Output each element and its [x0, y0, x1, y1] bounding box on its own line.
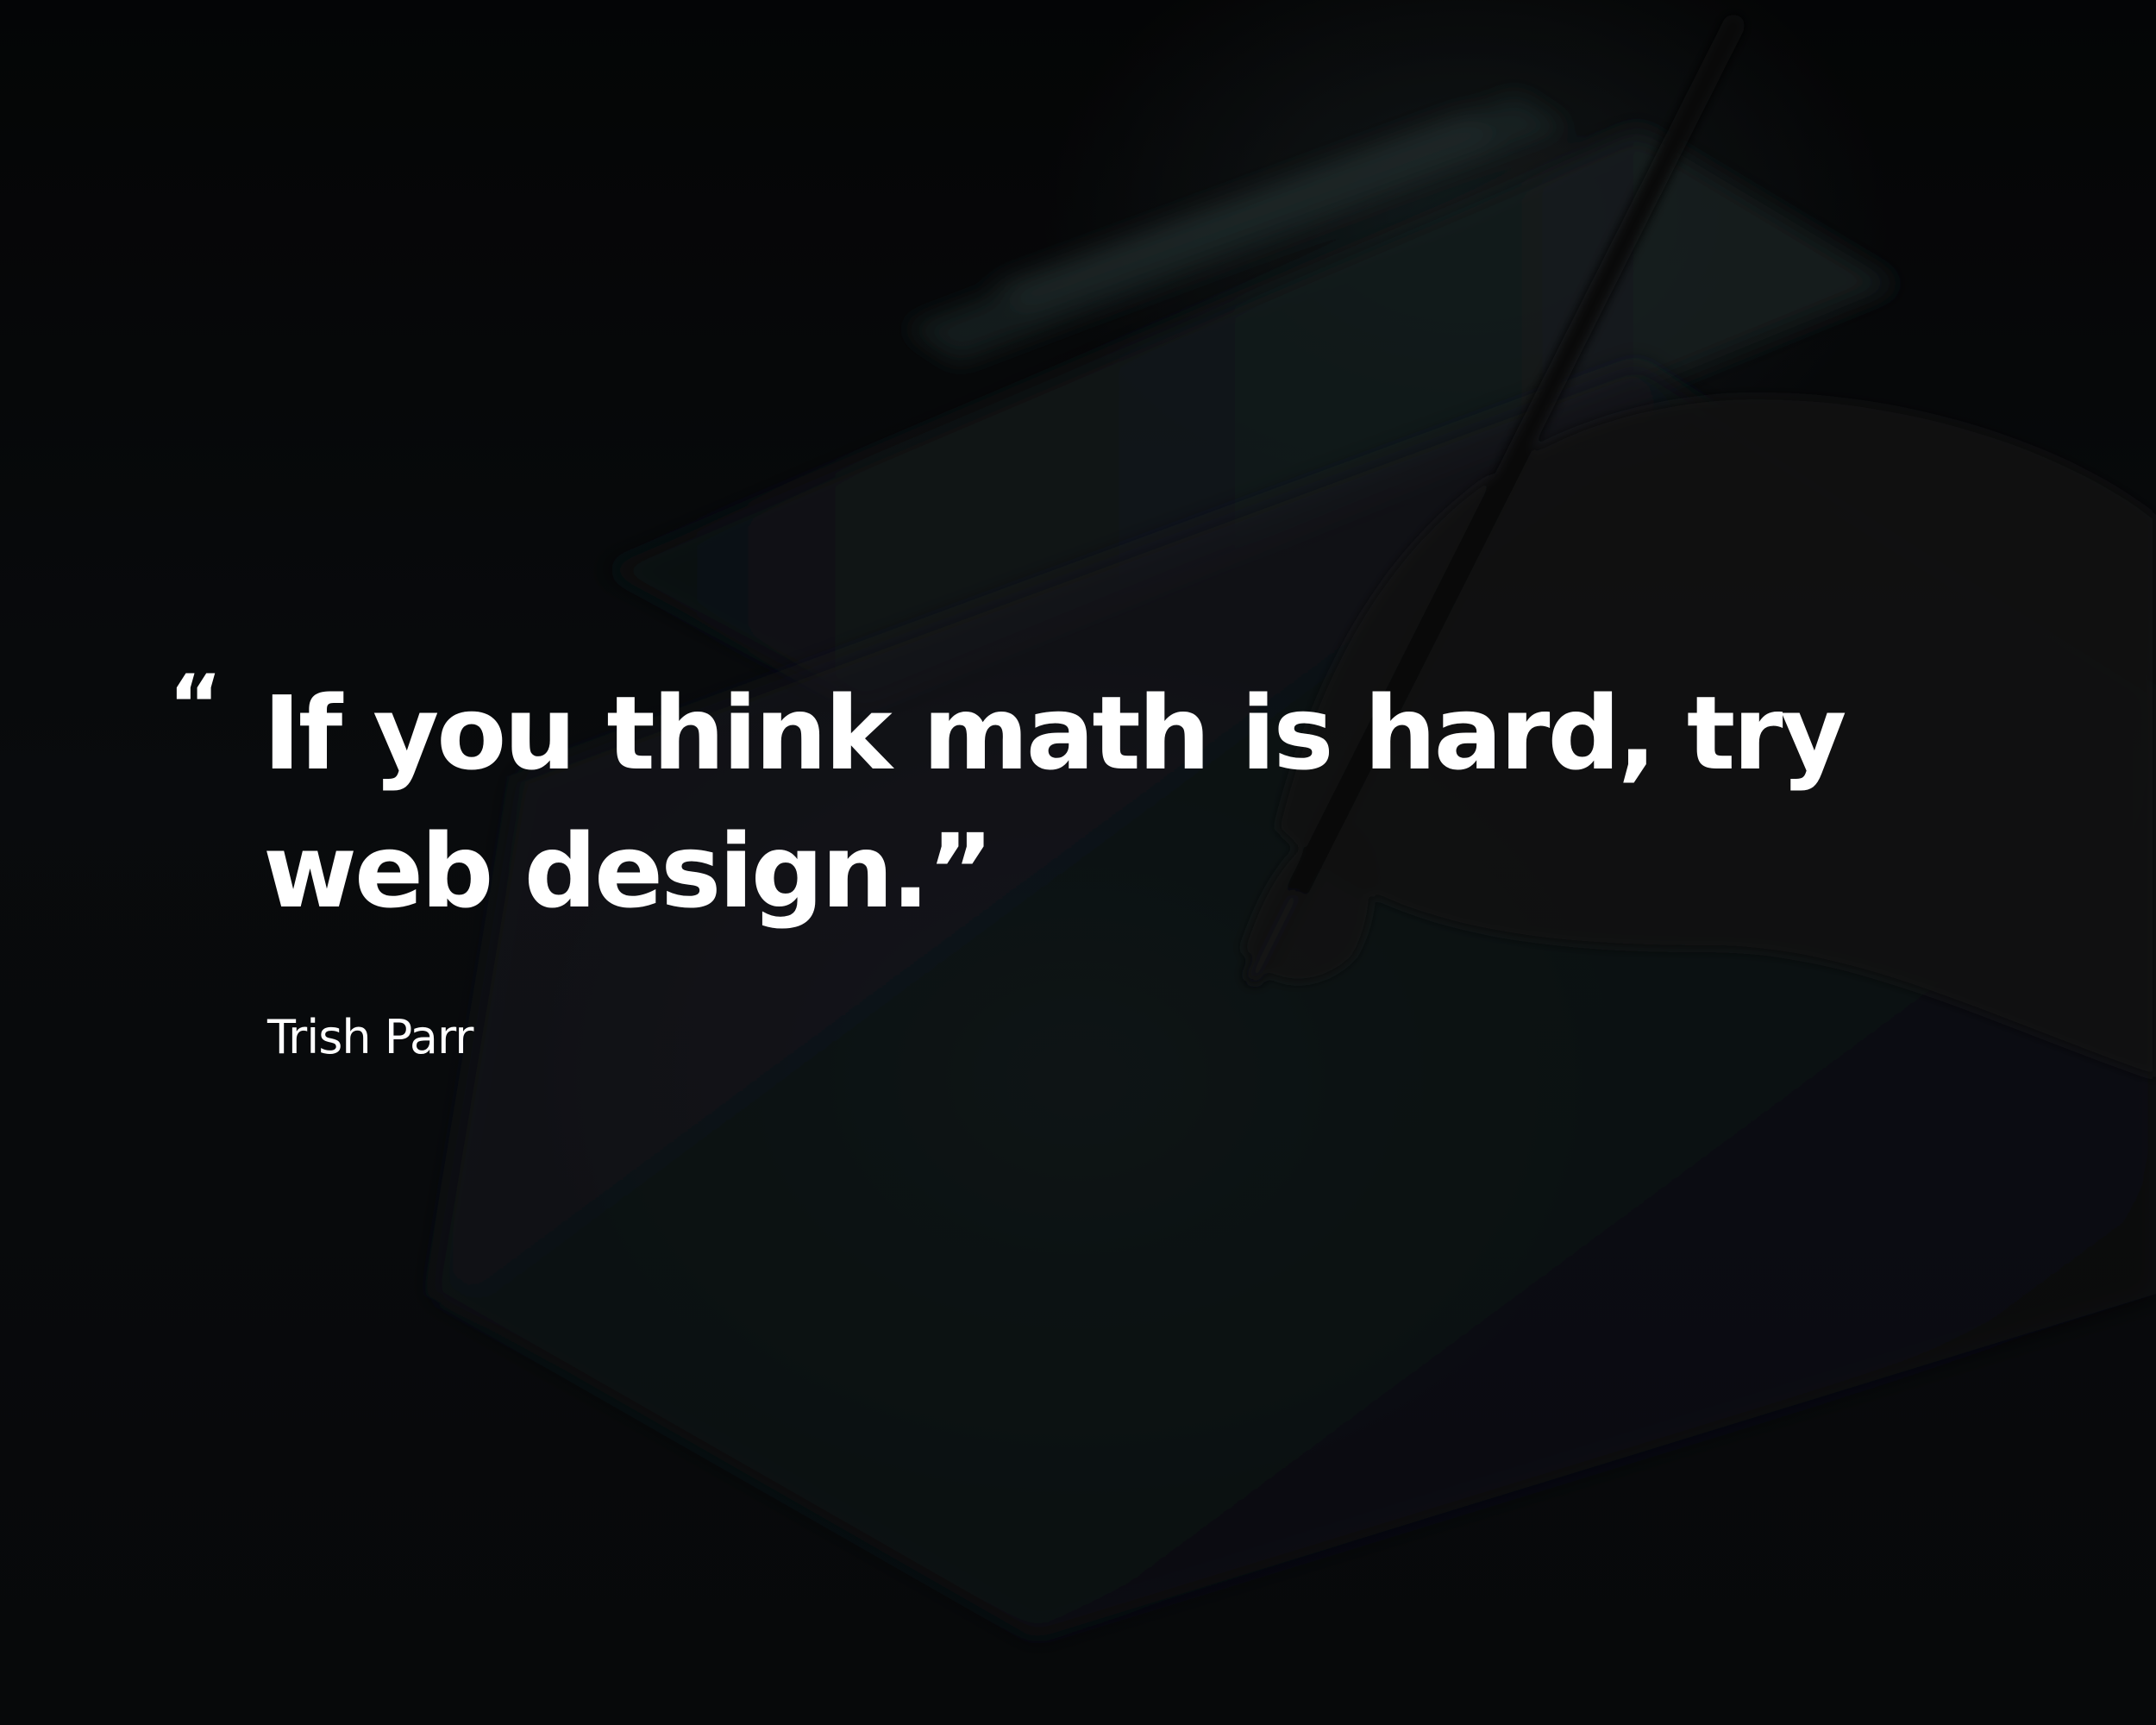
quote-author: Trish Parr: [267, 1010, 473, 1064]
open-quote-icon: “: [168, 657, 223, 754]
quote-card: “ If you think math is hard, try web des…: [0, 0, 2156, 1725]
quote-text: If you think math is hard, try web desig…: [263, 674, 1846, 931]
